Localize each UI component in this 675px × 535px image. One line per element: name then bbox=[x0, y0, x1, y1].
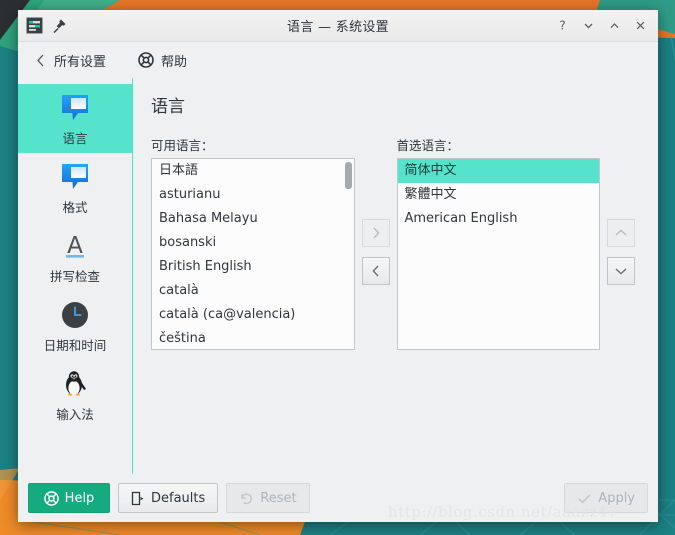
sidebar-item-label: 输入法 bbox=[56, 407, 94, 422]
list-item[interactable]: bosanski bbox=[152, 231, 354, 255]
undo-arrow-icon bbox=[241, 492, 253, 504]
help-button-label: Help bbox=[64, 490, 95, 506]
transfer-buttons bbox=[361, 219, 390, 285]
tux-penguin-icon bbox=[59, 367, 91, 401]
list-item[interactable]: čeština bbox=[152, 327, 354, 349]
list-item[interactable]: American English bbox=[398, 207, 600, 231]
defaults-button[interactable]: Defaults bbox=[118, 483, 219, 513]
lifebuoy-icon bbox=[138, 52, 154, 68]
help-button[interactable]: Help bbox=[28, 483, 110, 513]
check-icon bbox=[578, 493, 591, 503]
move-buttons bbox=[607, 219, 636, 285]
settings-content: 语言 可用语言： 日本語 asturianu Bahasa Melayu bos… bbox=[133, 78, 658, 474]
add-language-button[interactable] bbox=[361, 219, 390, 247]
available-languages-label: 可用语言： bbox=[151, 138, 214, 153]
titlebar-help-button[interactable]: ? bbox=[550, 14, 574, 38]
move-button-group bbox=[600, 135, 642, 285]
speech-bubble-icon bbox=[59, 160, 91, 194]
sidebar-item-datetime[interactable]: 日期和时间 bbox=[18, 291, 132, 360]
clock-icon bbox=[59, 298, 91, 332]
reset-button-label: Reset bbox=[260, 490, 297, 506]
preferred-languages-column: 首选语言： 简体中文 繁體中文 American English bbox=[396, 135, 601, 350]
titlebar-left-icons bbox=[26, 17, 67, 34]
preferred-languages-list[interactable]: 简体中文 繁體中文 American English bbox=[396, 158, 601, 350]
available-languages-column: 可用语言： 日本語 asturianu Bahasa Melayu bosans… bbox=[151, 135, 355, 350]
speech-bubble-icon bbox=[59, 91, 91, 125]
window-titlebar[interactable]: 语言 — 系统设置 ? bbox=[18, 10, 658, 42]
help-toolbar-button[interactable]: 帮助 bbox=[130, 48, 195, 73]
list-item[interactable]: 简体中文 bbox=[397, 159, 600, 183]
close-button[interactable] bbox=[628, 14, 652, 38]
sidebar-item-formats[interactable]: 格式 bbox=[18, 153, 132, 222]
chevron-up-icon bbox=[615, 229, 627, 236]
minimize-button[interactable] bbox=[576, 14, 600, 38]
window-body: 语言 格式 A 拼写检查 日期和时间 输入法 语言 可用语言： 日本語 astu… bbox=[18, 78, 658, 474]
move-down-button[interactable] bbox=[607, 257, 636, 285]
dialog-button-bar: Help Defaults Reset Apply bbox=[18, 474, 658, 522]
sidebar-item-label: 格式 bbox=[62, 200, 88, 215]
pin-icon[interactable] bbox=[52, 18, 67, 33]
list-item[interactable]: asturianu bbox=[152, 183, 354, 207]
chevron-left-icon bbox=[372, 265, 379, 277]
language-columns: 可用语言： 日本語 asturianu Bahasa Melayu bosans… bbox=[151, 135, 642, 350]
sidebar-item-inputmethod[interactable]: 输入法 bbox=[18, 360, 132, 429]
maximize-button[interactable] bbox=[602, 14, 626, 38]
list-item[interactable]: català (ca@valencia) bbox=[152, 303, 354, 327]
list-item[interactable]: 日本語 bbox=[152, 159, 354, 183]
available-languages-list[interactable]: 日本語 asturianu Bahasa Melayu bosanski Bri… bbox=[151, 158, 355, 350]
sidebar-item-spellcheck[interactable]: A 拼写检查 bbox=[18, 222, 132, 291]
letter-a-underline-icon: A bbox=[59, 229, 91, 263]
apply-button[interactable]: Apply bbox=[564, 483, 648, 513]
window-controls: ? bbox=[550, 14, 652, 38]
settings-sliders-icon[interactable] bbox=[26, 17, 43, 34]
sidebar-item-label: 拼写检查 bbox=[49, 269, 100, 284]
available-list-scrollbar[interactable] bbox=[344, 161, 352, 349]
document-revert-icon bbox=[131, 491, 144, 505]
list-item[interactable]: 繁體中文 bbox=[398, 183, 600, 207]
list-item[interactable]: Bahasa Melayu bbox=[152, 207, 354, 231]
all-settings-button[interactable]: 所有设置 bbox=[26, 48, 114, 73]
chevron-down-icon bbox=[615, 268, 627, 275]
preferred-languages-label: 首选语言： bbox=[396, 138, 460, 153]
window-toolbar: 所有设置 帮助 bbox=[18, 42, 658, 78]
chevron-left-icon bbox=[37, 54, 44, 66]
move-up-button[interactable] bbox=[607, 219, 636, 247]
defaults-button-label: Defaults bbox=[151, 490, 206, 506]
page-title: 语言 bbox=[151, 97, 185, 117]
help-toolbar-label: 帮助 bbox=[161, 54, 188, 70]
sidebar-item-language[interactable]: 语言 bbox=[18, 84, 132, 153]
remove-language-button[interactable] bbox=[361, 257, 390, 285]
chevron-right-icon bbox=[373, 227, 380, 239]
sidebar-item-label: 语言 bbox=[62, 131, 88, 146]
reset-button[interactable]: Reset bbox=[226, 483, 310, 513]
apply-button-label: Apply bbox=[598, 490, 635, 506]
list-item[interactable]: català bbox=[152, 279, 354, 303]
all-settings-label: 所有设置 bbox=[54, 54, 107, 70]
transfer-button-group bbox=[355, 135, 397, 285]
scrollbar-thumb[interactable] bbox=[344, 162, 352, 189]
svg-text:?: ? bbox=[559, 19, 565, 32]
system-settings-window: 语言 — 系统设置 ? 所有设置 帮助 语言 格式 A 拼写检查 日期和时间 输… bbox=[18, 10, 658, 522]
lifebuoy-icon bbox=[43, 490, 59, 506]
list-item[interactable]: British English bbox=[152, 255, 354, 279]
settings-sidebar: 语言 格式 A 拼写检查 日期和时间 输入法 bbox=[18, 78, 133, 474]
sidebar-item-label: 日期和时间 bbox=[43, 338, 107, 353]
